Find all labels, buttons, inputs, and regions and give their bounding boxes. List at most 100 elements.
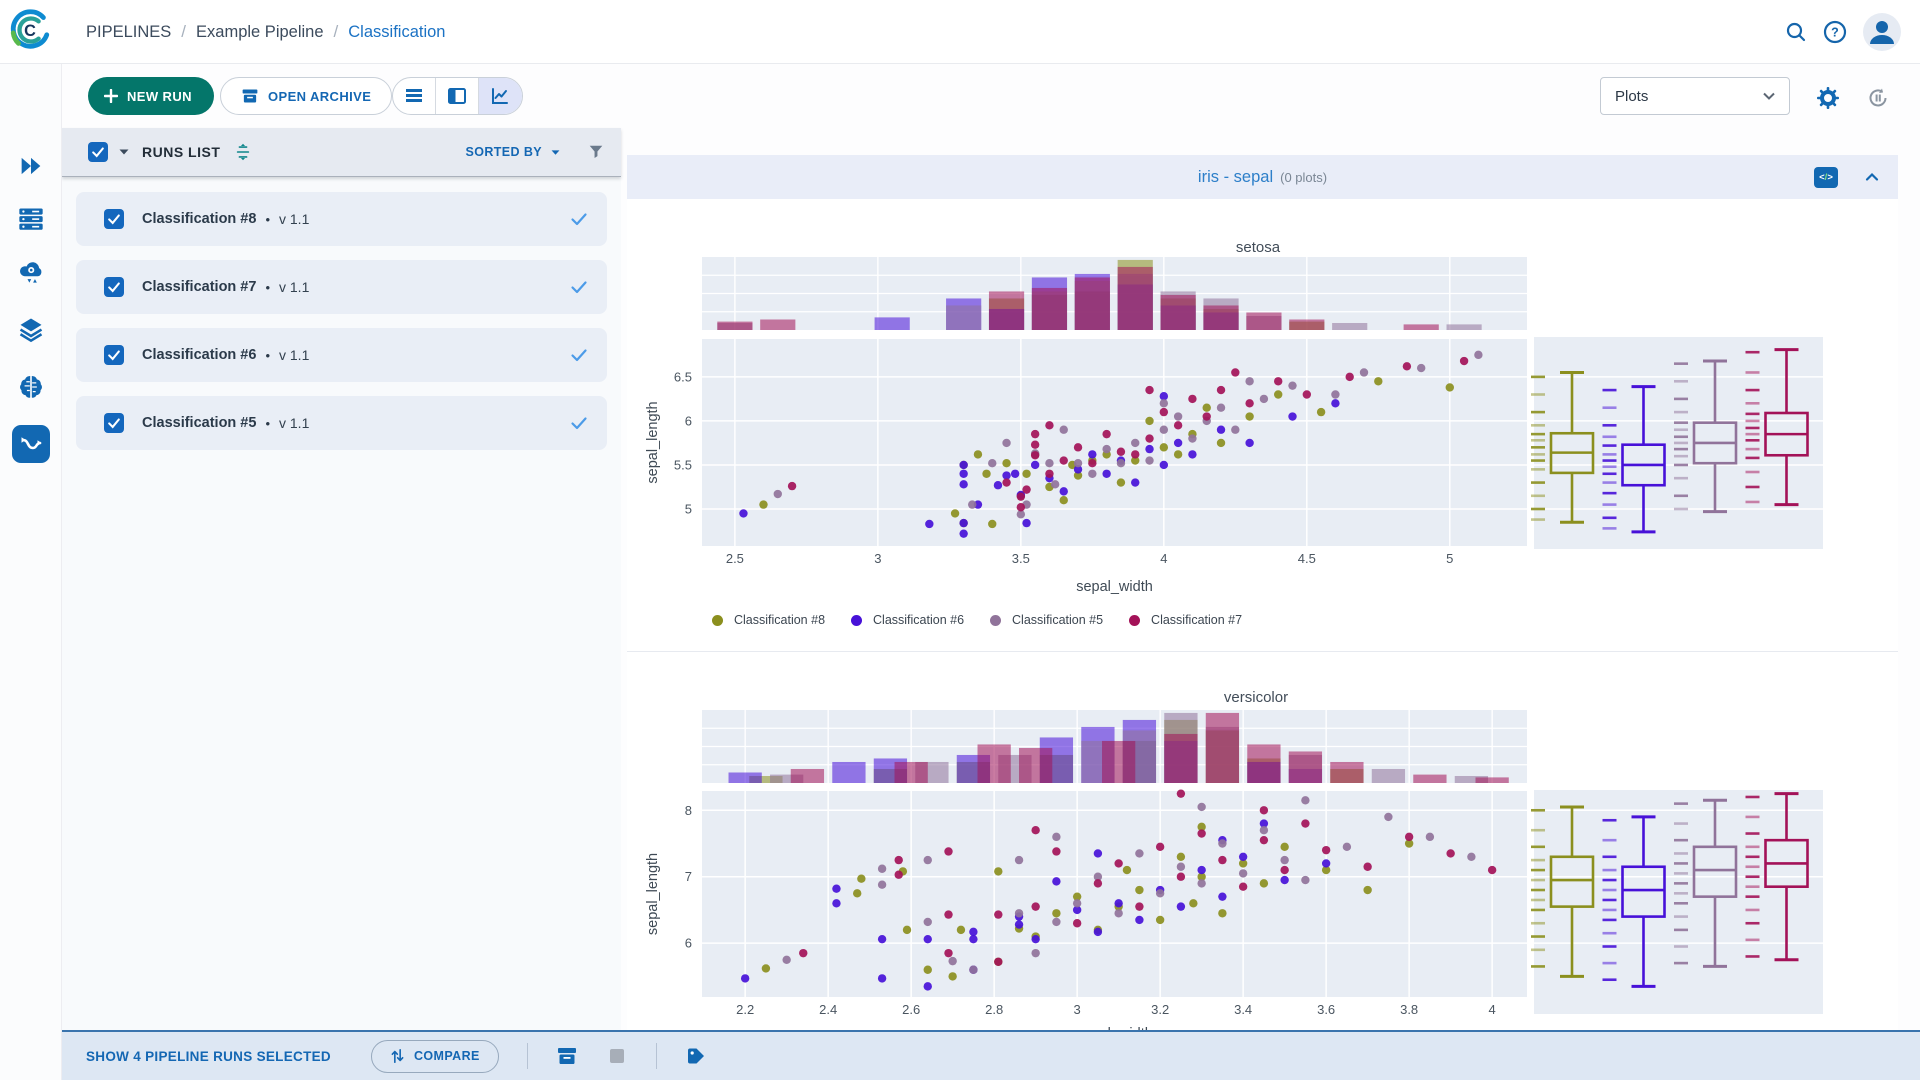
archive-selected-icon[interactable]: [556, 1045, 578, 1067]
actions-toolbar: NEW RUN OPEN ARCHIVE Plots: [62, 64, 1920, 128]
customize-columns-icon[interactable]: [234, 143, 252, 161]
pipelines-nav-selected[interactable]: [12, 425, 50, 463]
run-checkbox[interactable]: [104, 345, 124, 365]
split-view-toggle[interactable]: [436, 78, 479, 114]
table-view-icon: [404, 86, 424, 106]
queues-icon[interactable]: [17, 205, 45, 233]
legend-label: Classification #6: [873, 613, 964, 627]
run-name: Classification #5: [142, 415, 256, 431]
legend-item[interactable]: Classification #8: [712, 613, 825, 627]
plot-group-count: (0 plots): [1280, 170, 1327, 185]
archive-icon: [241, 87, 259, 105]
run-version: v 1.1: [279, 279, 309, 295]
pipelines-icon: [18, 431, 44, 457]
split-view-icon: [447, 86, 467, 106]
user-avatar[interactable]: [1862, 12, 1902, 52]
runs-list-header: RUNS LIST SORTED BY: [62, 128, 621, 177]
breadcrumb: PIPELINES / Example Pipeline / Classific…: [86, 0, 445, 64]
auto-refresh-icon[interactable]: [1866, 86, 1890, 110]
check-icon: [107, 280, 121, 294]
check-icon: [107, 416, 121, 430]
run-bullet: •: [265, 280, 270, 295]
check-icon: [107, 212, 121, 226]
search-icon[interactable]: [1784, 20, 1808, 44]
svg-text:C: C: [24, 22, 36, 40]
run-row[interactable]: Classification #6 • v 1.1: [76, 328, 607, 382]
plots-view-icon: [490, 86, 510, 106]
chevron-down-icon: [1763, 92, 1775, 100]
top-app-bar: C PIPELINES / Example Pipeline / Classif…: [0, 0, 1920, 64]
collapse-chevron-icon[interactable]: [1862, 167, 1882, 187]
run-row[interactable]: Classification #5 • v 1.1: [76, 396, 607, 450]
embed-code-icon[interactable]: </>: [1814, 167, 1838, 188]
plus-icon: [104, 89, 118, 103]
select-all-checkbox[interactable]: [88, 142, 108, 162]
legend-item[interactable]: Classification #6: [851, 613, 964, 627]
plots-type-dropdown[interactable]: Plots: [1600, 77, 1790, 115]
run-bullet: •: [265, 212, 270, 227]
run-name: Classification #7: [142, 279, 256, 295]
legend-color-dot: [712, 615, 723, 626]
app-root: setosa2.533.544.5555.566.5sepal_widthsep…: [0, 0, 1920, 1080]
filter-funnel-icon[interactable]: [587, 143, 605, 161]
divider: [527, 1043, 528, 1069]
plots-view-toggle[interactable]: [479, 78, 522, 114]
legend-color-dot: [851, 615, 862, 626]
open-archive-button[interactable]: OPEN ARCHIVE: [220, 77, 392, 115]
run-bullet: •: [265, 348, 270, 363]
models-brain-icon[interactable]: [17, 373, 45, 401]
breadcrumb-separator: /: [181, 22, 186, 42]
breadcrumb-separator: /: [334, 22, 339, 42]
run-bullet: •: [265, 416, 270, 431]
run-version: v 1.1: [279, 415, 309, 431]
clearml-logo[interactable]: C: [7, 7, 53, 53]
workers-cloud-icon[interactable]: [17, 257, 45, 285]
run-row[interactable]: Classification #8 • v 1.1: [76, 192, 607, 246]
datasets-layers-icon[interactable]: [17, 315, 45, 343]
legend-label: Classification #5: [1012, 613, 1103, 627]
compare-icon: [390, 1048, 405, 1064]
projects-chevrons-icon[interactable]: [17, 152, 45, 180]
select-all-caret-icon[interactable]: [118, 148, 130, 156]
breadcrumb-current[interactable]: Classification: [348, 23, 445, 42]
compare-button[interactable]: COMPARE: [371, 1040, 499, 1073]
run-version: v 1.1: [279, 211, 309, 227]
run-checkbox[interactable]: [104, 413, 124, 433]
check-icon: [107, 348, 121, 362]
svg-text:?: ?: [1831, 26, 1839, 40]
runs-list-title: RUNS LIST: [142, 144, 220, 160]
legend-color-dot: [990, 615, 1001, 626]
plot-block-divider: [627, 651, 1898, 652]
add-tag-icon[interactable]: [685, 1045, 707, 1067]
run-version: v 1.1: [279, 347, 309, 363]
legend-color-dot: [1129, 615, 1140, 626]
run-selected-check-icon: [569, 345, 589, 365]
legend-item[interactable]: Classification #7: [1129, 613, 1242, 627]
run-row[interactable]: Classification #7 • v 1.1: [76, 260, 607, 314]
runs-list-panel: RUNS LIST SORTED BY Classification #8 • …: [62, 128, 621, 1032]
selection-bottom-bar: SHOW 4 PIPELINE RUNS SELECTED COMPARE: [62, 1030, 1920, 1080]
breadcrumb-pipelines[interactable]: PIPELINES: [86, 23, 171, 42]
plot-group-header: iris - sepal (0 plots) </>: [627, 155, 1898, 199]
run-checkbox[interactable]: [104, 209, 124, 229]
legend-label: Classification #8: [734, 613, 825, 627]
legend-item[interactable]: Classification #5: [990, 613, 1103, 627]
runs-list: Classification #8 • v 1.1 Classification…: [62, 177, 621, 1032]
breadcrumb-project[interactable]: Example Pipeline: [196, 23, 324, 42]
plots-type-dropdown-value: Plots: [1615, 88, 1648, 105]
table-view-toggle[interactable]: [393, 78, 436, 114]
run-checkbox[interactable]: [104, 277, 124, 297]
sorted-by-control[interactable]: SORTED BY: [465, 145, 561, 159]
plot-legend: Classification #8 Classification #6 Clas…: [712, 613, 1242, 627]
settings-gear-icon[interactable]: [1816, 86, 1840, 110]
abort-disabled-icon: [606, 1045, 628, 1067]
sorted-by-caret-icon: [550, 149, 561, 156]
run-name: Classification #8: [142, 211, 256, 227]
run-selected-check-icon: [569, 209, 589, 229]
selection-count-label: SHOW 4 PIPELINE RUNS SELECTED: [86, 1049, 331, 1064]
divider: [656, 1043, 657, 1069]
new-run-button[interactable]: NEW RUN: [88, 77, 214, 115]
help-icon[interactable]: ?: [1822, 19, 1848, 45]
legend-label: Classification #7: [1151, 613, 1242, 627]
run-selected-check-icon: [569, 413, 589, 433]
